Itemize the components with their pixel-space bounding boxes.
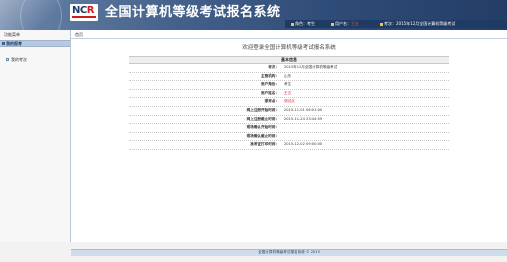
document-icon: [6, 58, 9, 61]
row-label: 主管机构：: [261, 73, 279, 78]
main-content: 首页 欢迎登录全国计算机等级考试报名系统 基本信息 考次： 2015年12月全国…: [71, 30, 507, 242]
row-label: 现场确认截止时间：: [246, 133, 279, 138]
sidebar-section-my-registration[interactable]: 我的报考: [0, 40, 70, 47]
section-header-basic-info: 基本信息: [129, 56, 449, 64]
system-title: 全国计算机等级考试报名系统: [105, 5, 281, 20]
info-role-value: 考生: [307, 21, 315, 26]
info-exam-value: 2015年12月全国计算机等级考试: [396, 21, 456, 26]
info-row-onsite-confirm-start: 现场确认开始时间：: [129, 124, 449, 133]
breadcrumb-bar: 首页: [71, 32, 507, 39]
row-value: 2015-11-24 23:44:59: [284, 116, 323, 121]
info-row-test-center: 报考点： 测试点: [129, 98, 449, 107]
row-label: 用户姓名：: [261, 90, 279, 95]
row-value: 王五: [284, 90, 292, 95]
row-value: 山东: [284, 73, 292, 78]
logo-underline: [72, 16, 96, 18]
row-label: 报考点：: [264, 99, 279, 104]
info-row-onsite-confirm-end: 现场确认截止时间：: [129, 133, 449, 142]
row-value: 测试点: [284, 99, 295, 104]
info-exam: 考次：2015年12月全国计算机等级考试: [380, 21, 455, 27]
info-exam-label: 考次：: [384, 21, 396, 26]
row-label: 用户角色：: [261, 82, 279, 87]
info-username: 用户名：王五: [331, 21, 359, 27]
page-title: 欢迎登录全国计算机等级考试报名系统: [242, 45, 336, 51]
folder-icon: [2, 42, 5, 45]
sidebar-item-label: 我的考次: [11, 57, 27, 62]
sidebar-section-label: 我的报考: [6, 41, 22, 46]
info-role: 角色：考生: [291, 21, 315, 27]
user-icon: [331, 22, 334, 26]
info-row-role: 用户角色： 考生: [129, 81, 449, 90]
info-row-name: 用户姓名： 王五: [129, 90, 449, 99]
breadcrumb-home[interactable]: 首页: [75, 32, 83, 38]
role-icon: [291, 22, 294, 26]
info-username-label: 用户名：: [335, 21, 351, 26]
header-decoration-ring: [20, 0, 62, 30]
logo-text-accent: R: [86, 5, 95, 16]
app-header: NCR 全国计算机等级考试报名系统 角色：考生 用户名：王五 考次：2015年1…: [0, 0, 507, 30]
logo-text: NCR: [72, 5, 94, 16]
ncre-logo: NCR: [70, 4, 98, 21]
row-label: 现场确认开始时间：: [246, 125, 279, 130]
user-info-bar: 角色：考生 用户名：王五 考次：2015年12月全国计算机等级考试: [285, 20, 507, 28]
row-value: 2015年12月全国计算机等级考试: [284, 65, 338, 69]
info-row-authority: 主管机构： 山东: [129, 73, 449, 82]
basic-info-table: 考次： 2015年12月全国计算机等级考试 主管机构： 山东 用户角色： 考生 …: [129, 64, 449, 150]
sidebar: 功能菜单 我的报考 我的考次: [0, 30, 71, 242]
row-label: 网上注册开始时间：: [246, 107, 279, 112]
info-row-online-reg-start: 网上注册开始时间： 2015-11-01 08:01:00: [129, 107, 449, 116]
exam-icon: [380, 22, 383, 26]
row-value: 2015-11-01 08:01:00: [284, 107, 323, 112]
info-username-value: 王五: [351, 21, 359, 26]
info-row-exam: 考次： 2015年12月全国计算机等级考试: [129, 64, 449, 73]
info-row-admission-print: 准考证打印时间： 2015-12-02 09:00:00: [129, 141, 449, 150]
footer-copyright: 全国计算机等级考试报名系统 © 2015: [71, 249, 507, 256]
row-label: 网上注册截止时间：: [246, 116, 279, 121]
sidebar-title: 功能菜单: [4, 32, 20, 37]
info-row-online-reg-end: 网上注册截止时间： 2015-11-24 23:44:59: [129, 116, 449, 125]
info-role-label: 角色：: [295, 21, 307, 26]
row-label: 准考证打印时间：: [250, 142, 279, 147]
row-label: 考次：: [268, 65, 279, 69]
logo-text-main: NC: [72, 5, 87, 16]
footer: 全国计算机等级考试报名系统 © 2015: [0, 242, 507, 262]
row-value: 2015-12-02 09:00:00: [284, 142, 323, 147]
row-value: 考生: [284, 82, 292, 87]
